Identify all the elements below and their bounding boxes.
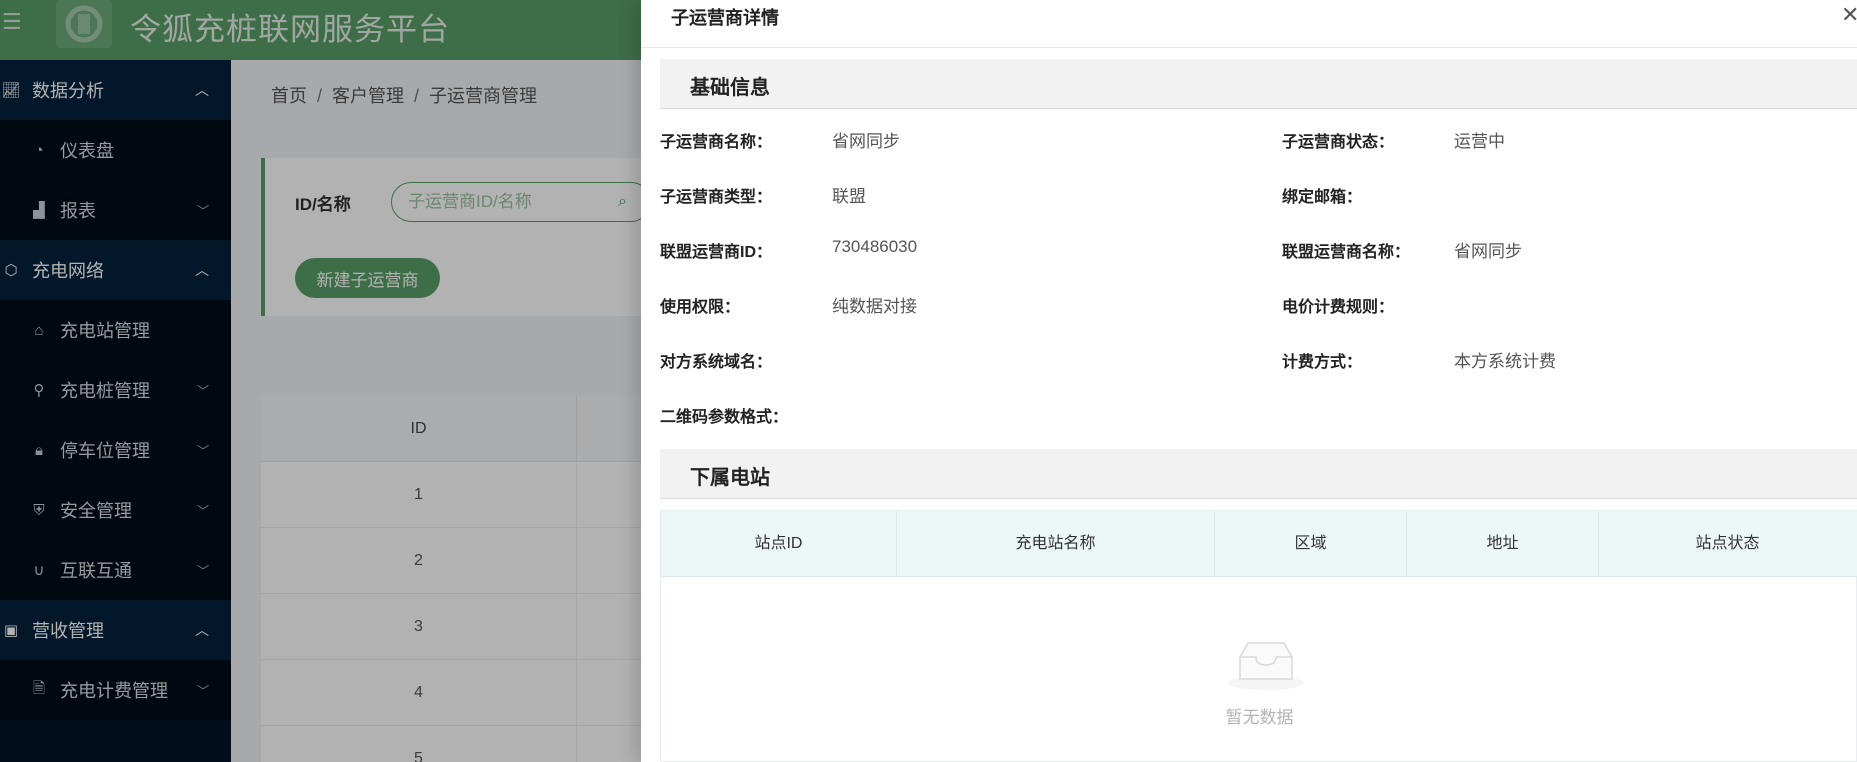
field-type: 子运营商类型： 联盟: [660, 183, 1220, 207]
field-label: 子运营商状态：: [1282, 134, 1395, 151]
field-value: 联盟: [832, 187, 866, 206]
field-label: 使用权限：: [660, 299, 741, 316]
field-label: 二维码参数格式：: [660, 409, 789, 426]
field-alliance-name: 联盟运营商名称： 省网同步: [1282, 238, 1842, 262]
station-table-header: 站点ID 充电站名称 区域 地址 站点状态: [661, 511, 1857, 577]
field-label: 联盟运营商ID：: [660, 244, 773, 261]
section-stations: 下属电站: [660, 449, 1857, 499]
detail-drawer: 子运营商详情 ✕ 基础信息 子运营商名称： 省网同步 子运营商类型： 联盟 联盟…: [641, 0, 1857, 762]
field-status: 子运营商状态： 运营中: [1282, 128, 1842, 152]
field-name: 子运营商名称： 省网同步: [660, 128, 1220, 152]
station-table: 站点ID 充电站名称 区域 地址 站点状态 暂无数据: [660, 510, 1857, 762]
section-basic-info: 基础信息: [660, 59, 1857, 109]
field-label: 子运营商名称：: [660, 134, 773, 151]
field-label: 绑定邮箱：: [1282, 189, 1363, 206]
field-qrcode-format: 二维码参数格式：: [660, 403, 1220, 427]
field-value: 省网同步: [832, 132, 900, 151]
field-label: 电价计费规则：: [1282, 299, 1395, 316]
field-value: 省网同步: [1454, 242, 1522, 261]
column-header-address: 地址: [1407, 511, 1599, 577]
field-alliance-id: 联盟运营商ID： 730486030: [660, 237, 1220, 262]
field-value: 本方系统计费: [1454, 352, 1556, 371]
field-price-rule: 电价计费规则：: [1282, 293, 1842, 317]
field-label: 计费方式：: [1282, 354, 1363, 371]
column-header-station-status: 站点状态: [1695, 535, 1760, 552]
column-header-region: 区域: [1215, 511, 1407, 577]
field-value: 运营中: [1454, 132, 1505, 151]
drawer-header: 子运营商详情 ✕: [641, 0, 1857, 48]
drawer-title: 子运营商详情: [671, 8, 779, 28]
field-domain: 对方系统域名：: [660, 348, 1220, 372]
empty-inbox-icon: [1228, 642, 1304, 690]
field-label: 联盟运营商名称：: [1282, 244, 1411, 261]
field-email: 绑定邮箱：: [1282, 183, 1842, 207]
column-header-station-name: 充电站名称: [897, 511, 1215, 577]
field-label: 子运营商类型：: [660, 189, 773, 206]
field-billing-method: 计费方式： 本方系统计费: [1282, 348, 1842, 372]
field-value: 730486030: [832, 237, 918, 256]
field-permission: 使用权限： 纯数据对接: [660, 293, 1220, 317]
empty-text: 暂无数据: [1225, 708, 1294, 727]
section-title: 下属电站: [690, 467, 770, 489]
field-label: 对方系统域名：: [660, 354, 773, 371]
column-header-station-id: 站点ID: [661, 511, 897, 577]
section-title: 基础信息: [690, 77, 770, 99]
field-value: 纯数据对接: [832, 297, 917, 316]
close-icon[interactable]: ✕: [1841, 2, 1857, 27]
